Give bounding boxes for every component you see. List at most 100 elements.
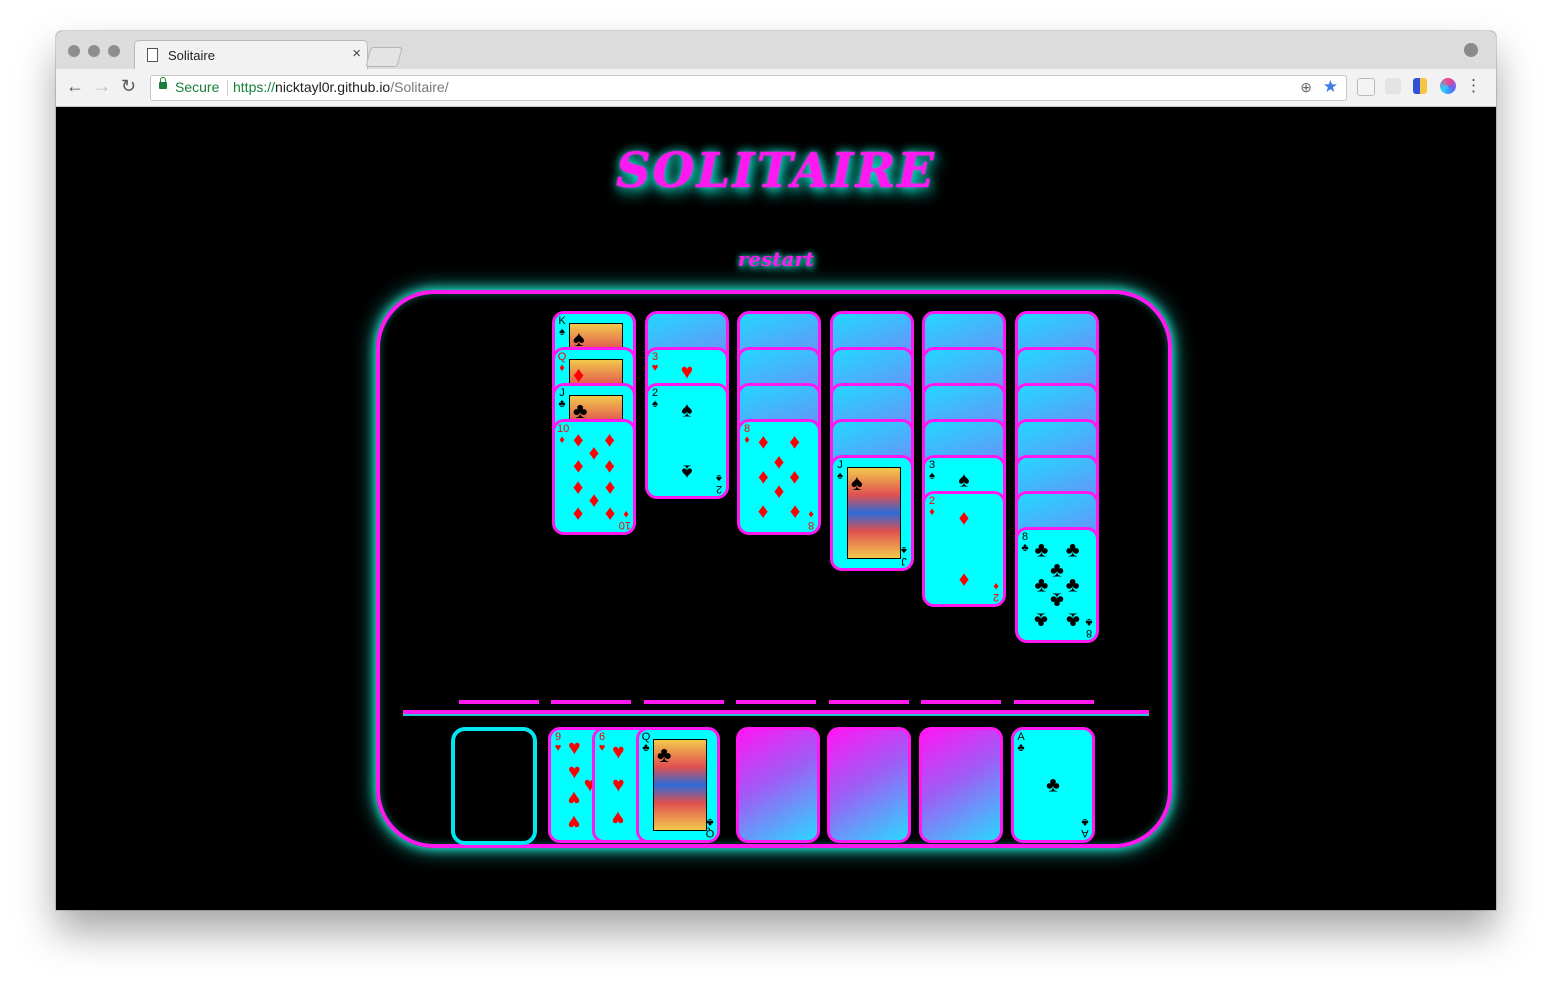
card-pip-icon: ♦ bbox=[573, 454, 584, 478]
extension-ruler-icon[interactable] bbox=[1413, 78, 1427, 94]
card-pip-icon: ♦ bbox=[958, 506, 970, 530]
url-host: nicktayl0r.github.io bbox=[275, 79, 391, 95]
card-pip-icon: ♦ bbox=[604, 502, 615, 526]
card-pip-icon: ♠ bbox=[681, 460, 693, 484]
playing-card[interactable]: Q ♣ ♣ Q ♣ bbox=[636, 727, 720, 843]
tableau-column[interactable]: J ♠ ♠ J ♠ bbox=[830, 311, 914, 711]
card-suit-icon: ♠ bbox=[901, 544, 907, 556]
card-suit-icon: ♣ bbox=[558, 398, 566, 410]
foundation-pile[interactable] bbox=[827, 727, 911, 843]
playing-card[interactable]: 8 ♣ ♣ ♣ ♣ ♣ ♣ ♣ ♣ ♣ 8 ♣ bbox=[1015, 527, 1099, 643]
card-corner: 8 ♣ bbox=[1020, 532, 1030, 554]
empty-foundation-slot[interactable] bbox=[827, 727, 911, 843]
card-pip-icon: ♦ bbox=[604, 476, 615, 500]
card-pip-icon: ♦ bbox=[758, 430, 769, 454]
empty-stock-slot[interactable] bbox=[451, 727, 537, 845]
card-suit-icon: ♠ bbox=[559, 326, 565, 338]
tableau-column[interactable]: K♠♠K♠Q♦♦Q♦J♣♣J♣10♦♦♦♦♦♦♦♦♦♦♦10♦ bbox=[552, 311, 636, 711]
court-suit-icon: ♣ bbox=[657, 742, 672, 767]
card-rank: 2 bbox=[992, 591, 1000, 603]
card-pip-icon: ♦ bbox=[773, 480, 785, 504]
card-pip-icon: ♦ bbox=[789, 430, 800, 454]
court-card-portrait: ♠ bbox=[847, 467, 901, 559]
empty-foundation-slot[interactable] bbox=[736, 727, 820, 843]
stock-pile[interactable] bbox=[451, 727, 537, 845]
card-corner: 2 ♠ bbox=[650, 388, 660, 410]
card-pip-icon: ♦ bbox=[758, 500, 769, 524]
close-tab-icon[interactable]: × bbox=[352, 45, 361, 62]
browser-toolbar: ← → ↻ Secure https://nicktayl0r.github.i… bbox=[56, 69, 1496, 107]
tab-bar: Solitaire × bbox=[56, 31, 1496, 71]
card-pip-icon: ♦ bbox=[588, 441, 600, 465]
card-pip-icon: ♦ bbox=[789, 500, 800, 524]
card-pip-icon: ♣ bbox=[1065, 538, 1080, 562]
slot-divider bbox=[459, 700, 539, 704]
empty-foundation-slot[interactable] bbox=[919, 727, 1003, 843]
card-pip-icon: ♦ bbox=[573, 502, 584, 526]
page-content: SOLITAIRE restart K♠♠K♠Q♦♦Q♦J♣♣J♣10♦♦♦♦♦… bbox=[56, 107, 1496, 910]
card-suit-icon: ♥ bbox=[651, 362, 659, 374]
card-corner-bottom: 10 ♦ bbox=[618, 508, 631, 531]
profile-icon[interactable] bbox=[1464, 43, 1478, 57]
card-pip-icon: ♦ bbox=[773, 450, 785, 474]
card-pip-icon: ♣ bbox=[1050, 558, 1064, 582]
card-pip-icon: ♦ bbox=[573, 476, 584, 500]
card-suit-icon: ♦ bbox=[559, 362, 565, 374]
reload-icon[interactable]: ↻ bbox=[121, 76, 136, 97]
card-pip-icon: ♦ bbox=[789, 465, 800, 489]
card-suit-icon: ♦ bbox=[929, 506, 935, 518]
tableau-column[interactable]: 8 ♦ ♦ ♦ ♦ ♦ ♦ ♦ ♦ ♦ 8 ♦ bbox=[737, 311, 821, 711]
menu-icon[interactable]: ⋮ bbox=[1465, 76, 1482, 96]
foundation-pile[interactable]: A ♣ ♣ A ♣ bbox=[1011, 727, 1095, 843]
extension-color-icon[interactable] bbox=[1440, 78, 1456, 94]
card-corner-bottom: A ♣ bbox=[1080, 816, 1090, 839]
playing-card[interactable]: 10 ♦ ♦ ♦ ♦ ♦ ♦ ♦ ♦ ♦ ♦ ♦ 10 ♦ bbox=[552, 419, 636, 535]
card-rank: J bbox=[901, 555, 907, 567]
foundation-pile[interactable] bbox=[736, 727, 820, 843]
card-corner: J ♣ bbox=[557, 388, 567, 410]
slot-divider bbox=[921, 700, 1001, 704]
tab-solitaire[interactable]: Solitaire × bbox=[134, 40, 368, 71]
zoom-window-button[interactable] bbox=[108, 45, 120, 57]
close-window-button[interactable] bbox=[68, 45, 80, 57]
new-tab-button[interactable] bbox=[365, 47, 403, 67]
playing-card[interactable]: A ♣ ♣ A ♣ bbox=[1011, 727, 1095, 843]
extension-grid-icon[interactable] bbox=[1385, 78, 1401, 94]
card-pip-icon: ♣ bbox=[1050, 588, 1064, 612]
secure-label: Secure bbox=[175, 79, 220, 95]
waste-pile[interactable]: 9♥♥♥♥♥♥♥♥♥♥9♥6♥♥♥♥♥♥♥6♥Q♣♣Q♣ bbox=[548, 727, 720, 843]
tableau-column[interactable]: 3♠♠♠♠3♠2♦♦♦2♦ bbox=[922, 311, 1006, 711]
card-corner: 9 ♥ bbox=[553, 732, 563, 754]
tableau-column[interactable]: 3♥♥♥♥3♥2♠♠♠2♠ bbox=[645, 311, 729, 711]
card-suit-icon: ♣ bbox=[1017, 742, 1025, 754]
card-corner-bottom: J ♠ bbox=[899, 544, 909, 567]
board-divider bbox=[403, 710, 1149, 714]
back-arrow-icon[interactable]: ← bbox=[66, 76, 84, 97]
card-pip-icon: ♦ bbox=[958, 568, 970, 592]
card-corner-bottom: 2 ♠ bbox=[714, 472, 724, 495]
card-pip-icon: ♥ bbox=[612, 773, 625, 797]
playing-card[interactable]: J ♠ ♠ J ♠ bbox=[830, 455, 914, 571]
extension-json-icon[interactable] bbox=[1357, 78, 1375, 96]
zoom-icon[interactable]: ⊕ bbox=[1300, 79, 1312, 96]
restart-button[interactable]: restart bbox=[56, 247, 1496, 271]
playing-card[interactable]: 8 ♦ ♦ ♦ ♦ ♦ ♦ ♦ ♦ ♦ 8 ♦ bbox=[737, 419, 821, 535]
playing-card[interactable]: 2 ♠ ♠ ♠ 2 ♠ bbox=[645, 383, 729, 499]
minimize-window-button[interactable] bbox=[88, 45, 100, 57]
card-corner: 3 ♠ bbox=[927, 460, 937, 482]
forward-arrow-icon[interactable]: → bbox=[93, 76, 111, 97]
card-pip-icon: ♥ bbox=[568, 810, 581, 834]
playing-card[interactable]: 2 ♦ ♦ ♦ 2 ♦ bbox=[922, 491, 1006, 607]
card-suit-icon: ♣ bbox=[642, 742, 650, 754]
card-corner: 10 ♦ bbox=[557, 424, 569, 446]
address-bar[interactable]: Secure https://nicktayl0r.github.io/Soli… bbox=[150, 75, 1347, 101]
card-pip-icon: ♣ bbox=[1065, 573, 1080, 597]
tableau-column[interactable]: 8 ♣ ♣ ♣ ♣ ♣ ♣ ♣ ♣ ♣ 8 ♣ bbox=[1015, 311, 1099, 711]
foundation-pile[interactable] bbox=[919, 727, 1003, 843]
bookmark-star-icon[interactable]: ★ bbox=[1323, 77, 1338, 97]
address-separator bbox=[227, 80, 228, 96]
card-corner: 6 ♥ bbox=[597, 732, 607, 754]
card-rank: 10 bbox=[618, 519, 631, 531]
card-pip-icon: ♦ bbox=[573, 428, 584, 452]
slot-divider bbox=[1014, 700, 1094, 704]
